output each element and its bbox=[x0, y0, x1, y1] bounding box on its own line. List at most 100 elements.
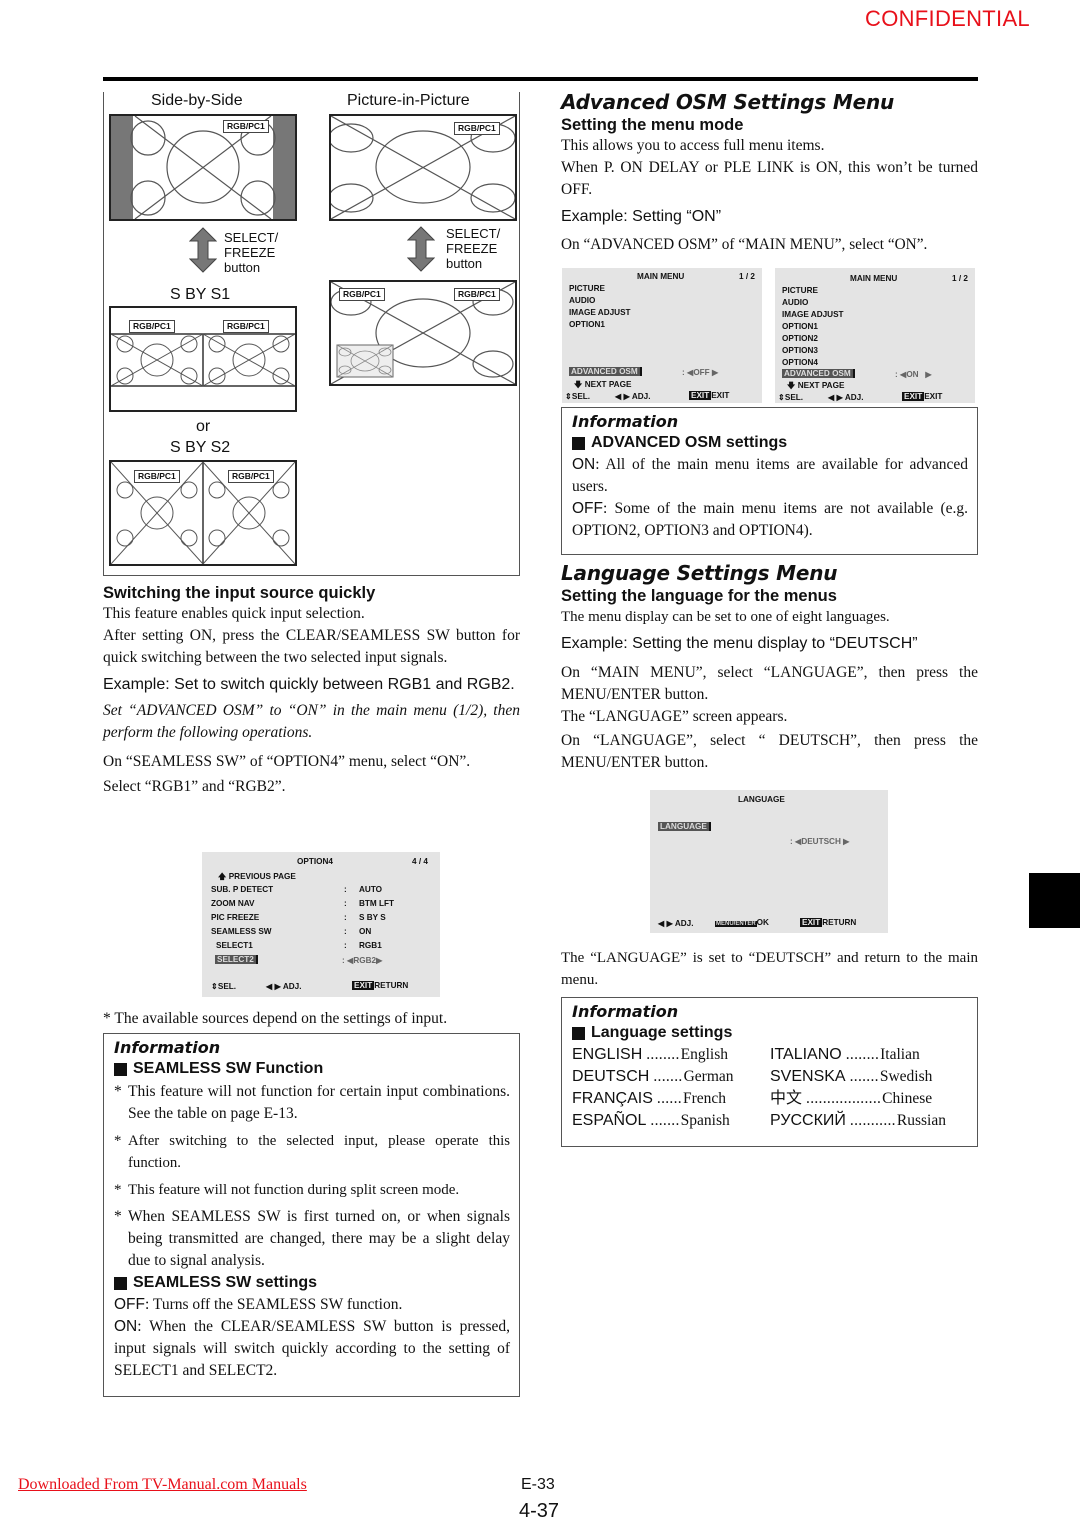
menu-item-selected[interactable]: SELECT2 bbox=[215, 955, 258, 964]
label-line: button bbox=[446, 256, 483, 271]
ok-hint: MENU/ENTEROK bbox=[715, 918, 769, 927]
hint-label: EXIT bbox=[711, 391, 730, 400]
menu-value: RGB2 bbox=[353, 956, 377, 965]
menu-value-adjustable[interactable]: : ◀OFF ▶ bbox=[682, 367, 718, 377]
adj-hint: ◀ ▶ ADJ. bbox=[615, 391, 651, 401]
picture-in-picture-label: Picture-in-Picture bbox=[347, 92, 470, 109]
menu-value-adjustable[interactable]: : ◀RGB2▶ bbox=[342, 955, 382, 965]
hint-label: SEL. bbox=[571, 392, 591, 401]
menu-item[interactable]: OPTION4 bbox=[782, 358, 818, 367]
sel-hint: ⇕SEL. bbox=[211, 981, 236, 991]
hint-label: SEL. bbox=[784, 393, 804, 402]
switching-heading: Switching the input source quickly bbox=[103, 584, 376, 602]
step-text: The “LANGUAGE” screen appears. bbox=[561, 708, 788, 725]
language-name: ITALIANO bbox=[770, 1046, 842, 1063]
up-down-icon: ⇕ bbox=[565, 392, 572, 401]
menu-item[interactable]: PICTURE bbox=[569, 284, 605, 293]
language-name: ESPAÑOL bbox=[572, 1112, 647, 1129]
menu-item[interactable]: AUDIO bbox=[569, 296, 595, 305]
example-text: Example: Setting “ON” bbox=[561, 208, 722, 225]
adj-hint: ◀ ▶ ADJ. bbox=[828, 392, 864, 402]
menu-item[interactable]: ZOOM NAV bbox=[211, 899, 255, 908]
menu-item[interactable]: SELECT1 bbox=[216, 941, 253, 950]
language-menu-screen: LANGUAGE LANGUAGE : ◀DEUTSCH ▶ ◀ ▶ ADJ. … bbox=[650, 790, 888, 933]
menu-item[interactable]: OPTION1 bbox=[569, 320, 605, 329]
bullet-item: * When SEAMLESS SW is first turned on, or… bbox=[114, 1206, 510, 1272]
menu-item[interactable]: AUDIO bbox=[782, 298, 808, 307]
menu-item[interactable]: OPTION1 bbox=[782, 322, 818, 331]
menu-value-adjustable[interactable]: : ◀DEUTSCH ▶ bbox=[790, 836, 849, 846]
language-meaning: Swedish bbox=[879, 1068, 933, 1085]
menu-value: ON bbox=[359, 927, 372, 936]
leader-dots: ........ bbox=[845, 1046, 880, 1063]
label-line: button bbox=[224, 260, 261, 275]
menu-value: RGB1 bbox=[359, 941, 382, 950]
menu-item[interactable]: PICTURE bbox=[782, 286, 818, 295]
language-meaning: Chinese bbox=[882, 1090, 933, 1107]
result-text: The “LANGUAGE” is set to “DEUTSCH” and r… bbox=[561, 950, 978, 988]
option4-menu-screen: OPTION4 4 / 4 🡅 PREVIOUS PAGE SUB. P DET… bbox=[202, 852, 440, 997]
section-title: Language Settings Menu bbox=[561, 561, 838, 585]
menu-value: OFF bbox=[693, 368, 710, 377]
language-section: Language Settings Menu Setting the langu… bbox=[561, 561, 978, 774]
menu-item-selected[interactable]: ADVANCED OSM bbox=[569, 367, 642, 376]
sbys2-label: S BY S2 bbox=[170, 439, 231, 456]
menu-item[interactable]: SUB. P DETECT bbox=[211, 885, 273, 894]
menu-item-selected[interactable]: LANGUAGE bbox=[658, 822, 711, 831]
sbys1-label: S BY S1 bbox=[170, 286, 231, 303]
menu-item-selected[interactable]: ADVANCED OSM bbox=[782, 369, 855, 378]
right-arrow-icon: ▶ bbox=[376, 956, 383, 965]
example-text: Example: Set to switch quickly between R… bbox=[103, 676, 515, 693]
language-table: ENGLISH........ English ITALIANO........ It… bbox=[572, 1044, 968, 1132]
pip-screen: RGB/PC1 bbox=[329, 114, 517, 221]
main-menu-off-screen: MAIN MENU 1 / 2 PICTURE AUDIO IMAGE ADJU… bbox=[562, 268, 762, 403]
step-text: On “ADVANCED OSM” of “MAIN MENU”, select… bbox=[561, 236, 928, 253]
setting-on: ON: When the CLEAR/SEAMLESS SW button is… bbox=[114, 1316, 510, 1382]
menu-item[interactable]: SEAMLESS SW bbox=[211, 927, 272, 936]
confidential-stamp: CONFIDENTIAL bbox=[865, 6, 1030, 31]
paragraph: This allows you to access full menu item… bbox=[561, 137, 825, 154]
previous-page-item[interactable]: 🡅 PREVIOUS PAGE bbox=[218, 871, 296, 885]
hint-label: ADJ. bbox=[631, 392, 651, 401]
bullet-text: After switching to the selected input, p… bbox=[128, 1133, 510, 1171]
right-arrow-icon: ▶ bbox=[711, 368, 719, 377]
info-box-advanced: Information ADVANCED OSM settings ON: Al… bbox=[561, 407, 978, 555]
hint-label: EXIT bbox=[924, 392, 943, 401]
menu-item[interactable]: PIC FREEZE bbox=[211, 913, 259, 922]
menu-value-adjustable[interactable]: : ◀ON ▶ bbox=[895, 369, 932, 379]
menu-colon: : bbox=[344, 899, 347, 908]
language-entry: ITALIANO........ Italian bbox=[770, 1044, 970, 1066]
heading-text: SEAMLESS SW Function bbox=[133, 1060, 324, 1077]
right-arrow-icon: ▶ bbox=[925, 370, 932, 379]
language-name: DEUTSCH bbox=[572, 1068, 650, 1085]
download-source-link[interactable]: Downloaded From TV-Manual.com Manuals bbox=[18, 1476, 307, 1494]
step-text: Select “RGB1” and “RGB2”. bbox=[103, 778, 286, 795]
leader-dots: ....... bbox=[653, 1068, 683, 1085]
label-line: SELECT/ bbox=[446, 226, 501, 241]
setting-text: : Some of the main menu items are not av… bbox=[572, 500, 968, 539]
bullet-item: * This feature will not function during s… bbox=[114, 1179, 510, 1201]
info-box-language: Information Language settings ENGLISH...… bbox=[561, 997, 978, 1147]
paragraph: After setting ON, press the CLEAR/SEAMLE… bbox=[103, 627, 520, 666]
setting-on: ON: All of the main menu items are avail… bbox=[572, 454, 968, 498]
info-title: Information bbox=[114, 1038, 221, 1057]
footnote: * The available sources depend on the se… bbox=[103, 1010, 448, 1027]
side-by-side-label: Side-by-Side bbox=[151, 92, 243, 109]
leader-dots: ....... bbox=[849, 1068, 879, 1085]
input-tag: RGB/PC1 bbox=[134, 470, 180, 483]
hint-label: OK bbox=[756, 918, 769, 927]
menu-title: LANGUAGE bbox=[738, 795, 785, 804]
left-right-arrows-icon: ◀ ▶ bbox=[615, 392, 632, 401]
menu-item[interactable]: IMAGE ADJUST bbox=[569, 308, 631, 317]
input-tag: RGB/PC1 bbox=[223, 320, 269, 333]
square-bullet-icon bbox=[114, 1276, 127, 1290]
menu-item[interactable]: OPTION2 bbox=[782, 334, 818, 343]
menu-item[interactable]: OPTION3 bbox=[782, 346, 818, 355]
or-label: or bbox=[196, 418, 211, 435]
language-entry: FRANÇAIS...... French bbox=[572, 1088, 770, 1110]
side-by-side-screen: RGB/PC1 bbox=[109, 114, 297, 221]
menu-value: AUTO bbox=[359, 885, 383, 894]
menu-item[interactable]: IMAGE ADJUST bbox=[782, 310, 844, 319]
leader-dots: ...... bbox=[656, 1090, 682, 1107]
left-right-arrows-icon: ◀ ▶ bbox=[658, 919, 675, 928]
